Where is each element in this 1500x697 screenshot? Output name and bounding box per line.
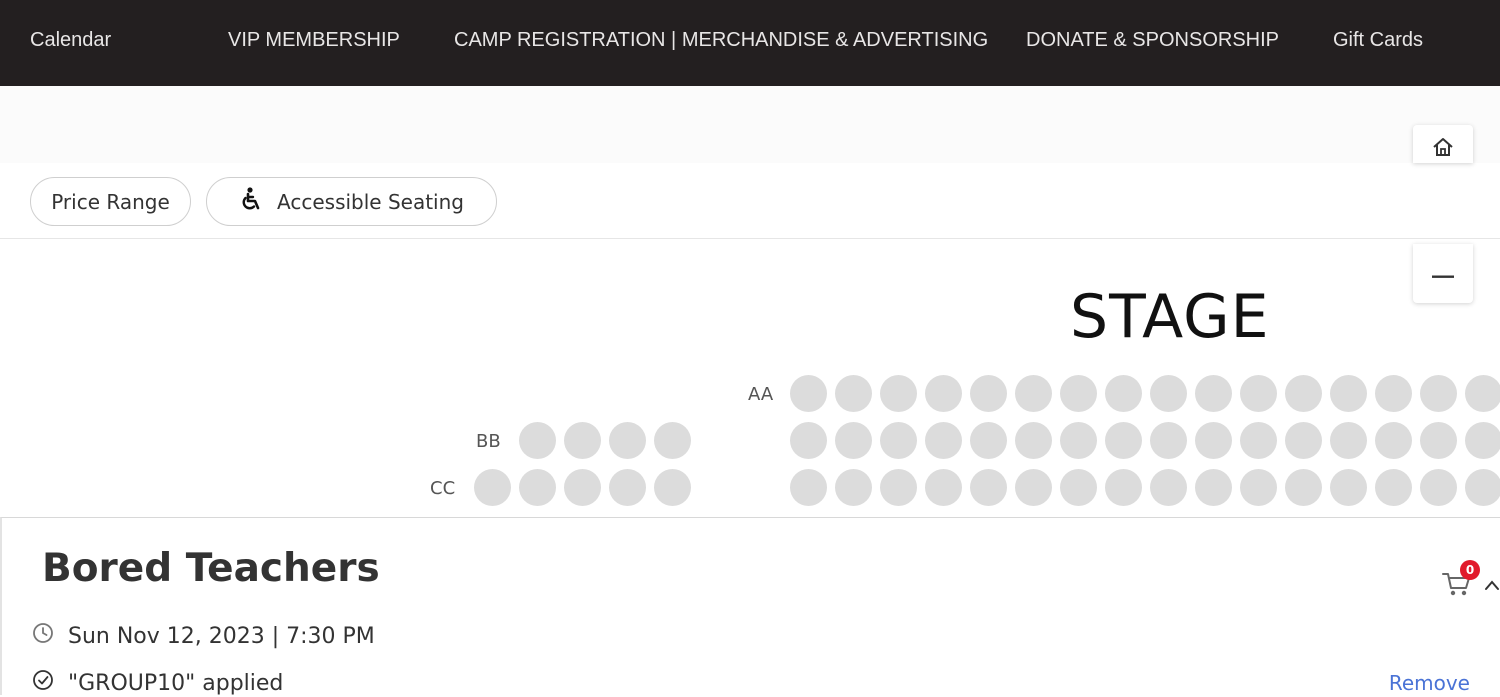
chevron-up-icon[interactable] [1484, 576, 1500, 595]
seat-cc-11[interactable] [1240, 469, 1277, 506]
row-label-bb: BB [476, 431, 501, 452]
seat-cc-14[interactable] [1375, 469, 1412, 506]
seat-bb-left-4[interactable] [654, 422, 691, 459]
accessible-seating-button[interactable]: Accessible Seating [206, 177, 497, 226]
promo-row: "GROUP10" applied [32, 669, 283, 697]
seat-cc-left-1[interactable] [474, 469, 511, 506]
seat-bb-5[interactable] [970, 422, 1007, 459]
top-navigation: Calendar VIP MEMBERSHIP CAMP REGISTRATIO… [0, 0, 1500, 86]
seat-aa-2[interactable] [835, 375, 872, 412]
home-icon [1431, 135, 1455, 161]
seat-aa-3[interactable] [880, 375, 917, 412]
seat-aa-6[interactable] [1015, 375, 1052, 412]
event-datetime: Sun Nov 12, 2023 | 7:30 PM [68, 623, 375, 649]
seat-bb-9[interactable] [1150, 422, 1187, 459]
seat-aa-8[interactable] [1105, 375, 1142, 412]
seat-cc-6[interactable] [1015, 469, 1052, 506]
clock-icon [32, 622, 54, 650]
row-label-cc: CC [430, 478, 456, 499]
zoom-out-button[interactable] [1413, 244, 1473, 303]
seat-aa-14[interactable] [1375, 375, 1412, 412]
remove-promo-link[interactable]: Remove [1389, 671, 1470, 695]
seat-bb-1[interactable] [790, 422, 827, 459]
seat-bb-13[interactable] [1330, 422, 1367, 459]
seat-aa-13[interactable] [1330, 375, 1367, 412]
seat-cc-3[interactable] [880, 469, 917, 506]
seat-bb-7[interactable] [1060, 422, 1097, 459]
seat-aa-9[interactable] [1150, 375, 1187, 412]
seat-aa-4[interactable] [925, 375, 962, 412]
seat-bb-15[interactable] [1420, 422, 1457, 459]
seat-bb-left-3[interactable] [609, 422, 646, 459]
seat-bb-left-1[interactable] [519, 422, 556, 459]
wheelchair-icon [239, 187, 261, 216]
seat-bb-16[interactable] [1465, 422, 1500, 459]
seat-cc-9[interactable] [1150, 469, 1187, 506]
seat-cc-13[interactable] [1330, 469, 1367, 506]
stage-label: STAGE [1070, 282, 1270, 352]
seat-cc-12[interactable] [1285, 469, 1322, 506]
seat-cc-7[interactable] [1060, 469, 1097, 506]
cart-count-badge: 0 [1460, 560, 1480, 580]
seat-cc-8[interactable] [1105, 469, 1142, 506]
event-datetime-row: Sun Nov 12, 2023 | 7:30 PM [32, 622, 375, 650]
check-circle-icon [32, 669, 54, 697]
seat-cc-left-4[interactable] [609, 469, 646, 506]
seat-bb-4[interactable] [925, 422, 962, 459]
price-range-label: Price Range [51, 189, 170, 214]
seat-cc-left-3[interactable] [564, 469, 601, 506]
nav-gift-cards[interactable]: Gift Cards [1333, 28, 1423, 52]
minus-icon [1431, 264, 1455, 283]
seat-map[interactable]: STAGE AA BB CC [0, 240, 1500, 518]
seat-aa-10[interactable] [1195, 375, 1232, 412]
seat-bb-14[interactable] [1375, 422, 1412, 459]
nav-camp-registration[interactable]: CAMP REGISTRATION | MERCHANDISE & ADVERT… [454, 28, 988, 52]
nav-calendar[interactable]: Calendar [30, 28, 111, 52]
seat-cc-16[interactable] [1465, 469, 1500, 506]
seat-cc-5[interactable] [970, 469, 1007, 506]
nav-vip-membership[interactable]: VIP MEMBERSHIP [228, 28, 400, 52]
seat-aa-5[interactable] [970, 375, 1007, 412]
seat-bb-11[interactable] [1240, 422, 1277, 459]
accessible-seating-label: Accessible Seating [277, 189, 464, 214]
event-title: Bored Teachers [42, 546, 380, 591]
header-spacer [0, 86, 1500, 163]
seat-cc-10[interactable] [1195, 469, 1232, 506]
seat-aa-7[interactable] [1060, 375, 1097, 412]
price-range-button[interactable]: Price Range [30, 177, 191, 226]
seat-aa-16[interactable] [1465, 375, 1500, 412]
promo-applied-text: "GROUP10" applied [68, 670, 284, 696]
seat-aa-1[interactable] [790, 375, 827, 412]
seat-bb-2[interactable] [835, 422, 872, 459]
seat-cc-4[interactable] [925, 469, 962, 506]
row-label-aa: AA [748, 384, 774, 405]
seat-cc-left-5[interactable] [654, 469, 691, 506]
event-details-panel: Bored Teachers Sun Nov 12, 2023 | 7:30 P… [0, 517, 1500, 697]
seat-cc-1[interactable] [790, 469, 827, 506]
seat-aa-12[interactable] [1285, 375, 1322, 412]
seat-aa-11[interactable] [1240, 375, 1277, 412]
seat-bb-left-2[interactable] [564, 422, 601, 459]
seat-cc-left-2[interactable] [519, 469, 556, 506]
seat-cc-2[interactable] [835, 469, 872, 506]
seat-cc-15[interactable] [1420, 469, 1457, 506]
seat-bb-3[interactable] [880, 422, 917, 459]
seat-bb-10[interactable] [1195, 422, 1232, 459]
filter-bar: Price Range Accessible Seating [0, 163, 1500, 239]
seat-bb-8[interactable] [1105, 422, 1142, 459]
seat-bb-6[interactable] [1015, 422, 1052, 459]
seat-aa-15[interactable] [1420, 375, 1457, 412]
map-home-button[interactable] [1413, 125, 1473, 163]
nav-donate-sponsorship[interactable]: DONATE & SPONSORSHIP [1026, 28, 1279, 52]
seat-bb-12[interactable] [1285, 422, 1322, 459]
